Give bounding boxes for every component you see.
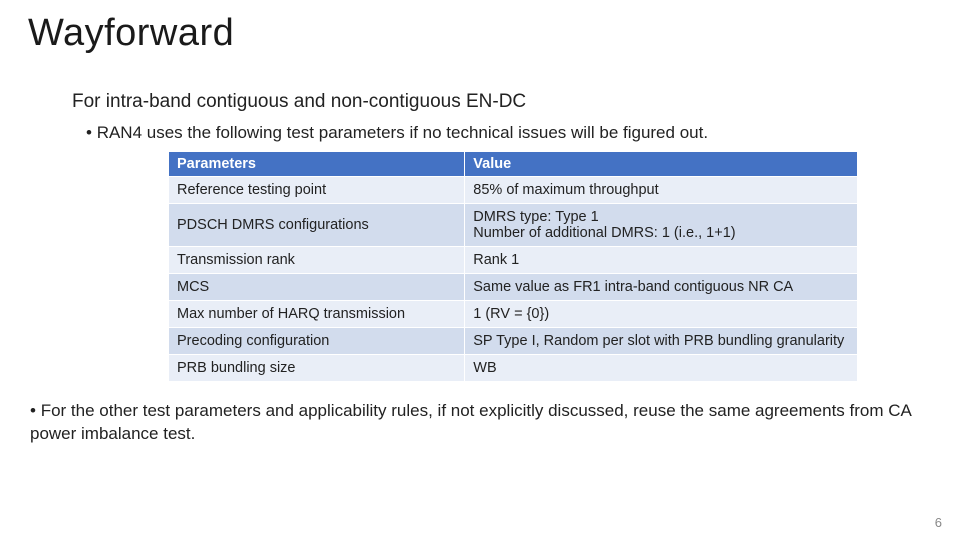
table-cell: MCS — [169, 274, 465, 301]
bullet-other-parameters: For the other test parameters and applic… — [30, 400, 920, 446]
table-row: Max number of HARQ transmission 1 (RV = … — [169, 301, 858, 328]
table-cell: Precoding configuration — [169, 328, 465, 355]
subheading: For intra-band contiguous and non-contig… — [72, 91, 896, 113]
table-cell: WB — [465, 355, 858, 382]
table-row: PRB bundling size WB — [169, 355, 858, 382]
table-cell: PDSCH DMRS configurations — [169, 204, 465, 247]
table-row: MCS Same value as FR1 intra-band contigu… — [169, 274, 858, 301]
content-area: For intra-band contiguous and non-contig… — [0, 55, 960, 382]
table-cell: DMRS type: Type 1Number of additional DM… — [465, 204, 858, 247]
table-cell: PRB bundling size — [169, 355, 465, 382]
table-cell: 1 (RV = {0}) — [465, 301, 858, 328]
table-cell: Max number of HARQ transmission — [169, 301, 465, 328]
bullet-ran4: RAN4 uses the following test parameters … — [86, 123, 896, 143]
table-row: Precoding configuration SP Type I, Rando… — [169, 328, 858, 355]
table-row: Transmission rank Rank 1 — [169, 247, 858, 274]
table-row: Reference testing point 85% of maximum t… — [169, 177, 858, 204]
slide-title: Wayforward — [0, 0, 960, 55]
table-cell: Same value as FR1 intra-band contiguous … — [465, 274, 858, 301]
table-row: PDSCH DMRS configurations DMRS type: Typ… — [169, 204, 858, 247]
table-cell: Transmission rank — [169, 247, 465, 274]
table-cell: SP Type I, Random per slot with PRB bund… — [465, 328, 858, 355]
table-header-value: Value — [465, 152, 858, 177]
table-header-parameters: Parameters — [169, 152, 465, 177]
table-cell: 85% of maximum throughput — [465, 177, 858, 204]
table-cell: Reference testing point — [169, 177, 465, 204]
table-cell: Rank 1 — [465, 247, 858, 274]
parameters-table: Parameters Value Reference testing point… — [168, 151, 858, 382]
parameters-table-container: Parameters Value Reference testing point… — [168, 151, 858, 382]
page-number: 6 — [935, 515, 942, 530]
